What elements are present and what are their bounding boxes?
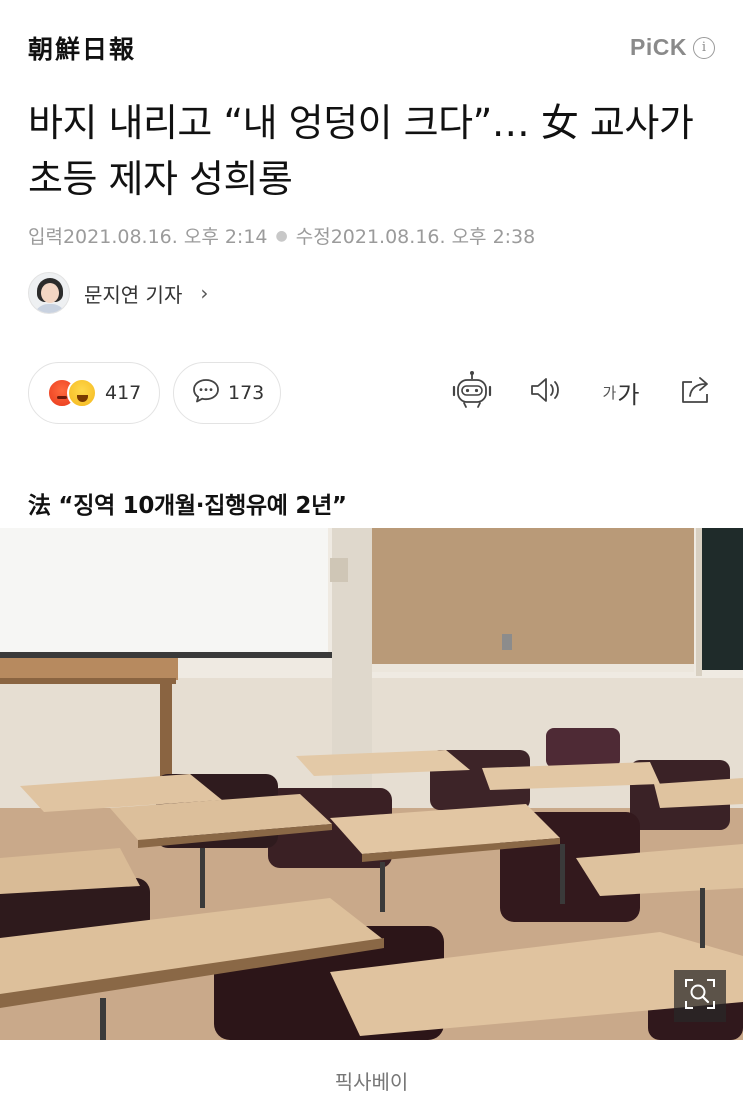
audio-speaker-icon bbox=[528, 375, 564, 409]
share-button[interactable] bbox=[676, 372, 716, 412]
info-icon[interactable]: i bbox=[693, 36, 715, 59]
pick-badge[interactable]: PiCK i bbox=[630, 34, 715, 61]
action-bar: 417 173 가 가 bbox=[28, 362, 718, 424]
top-header: 朝鮮日報 PiCK i bbox=[0, 0, 743, 90]
reaction-emojis bbox=[47, 378, 97, 408]
published-time: 2021.08.16. 오후 2:14 bbox=[62, 226, 268, 248]
press-logo[interactable]: 朝鮮日報 bbox=[28, 30, 136, 66]
modified-label: 수정 bbox=[295, 226, 331, 248]
article-subheadline: 法 “징역 10개월·집행유예 2년” bbox=[28, 493, 347, 519]
author-avatar bbox=[28, 272, 70, 314]
separator-dot: ● bbox=[275, 227, 288, 244]
article-photo[interactable] bbox=[0, 528, 743, 1040]
photo-caption: 픽사베이 bbox=[334, 1070, 409, 1094]
chevron-right-icon: › bbox=[200, 281, 209, 305]
share-icon bbox=[678, 374, 714, 410]
reaction-count: 417 bbox=[105, 382, 142, 404]
robot-summary-button[interactable] bbox=[448, 370, 496, 414]
published-label: 입력 bbox=[28, 226, 63, 248]
zoom-icon bbox=[683, 977, 717, 1015]
laugh-emoji-icon bbox=[67, 378, 97, 408]
author-name: 문지연 기자 bbox=[84, 282, 183, 307]
pick-label: PiCK bbox=[630, 34, 687, 60]
author-link[interactable]: 문지연 기자 › bbox=[28, 272, 208, 314]
font-size-small: 가 bbox=[602, 383, 617, 402]
comment-button[interactable]: 173 bbox=[173, 362, 281, 424]
photo-zoom-button[interactable] bbox=[674, 970, 726, 1022]
font-size-large: 가 bbox=[617, 380, 640, 409]
comment-count: 173 bbox=[228, 382, 265, 404]
article-timestamps: 입력 2021.08.16. 오후 2:14 ● 수정 2021.08.16. … bbox=[28, 222, 535, 249]
font-size-button[interactable]: 가 가 bbox=[598, 372, 644, 412]
reaction-button[interactable]: 417 bbox=[28, 362, 160, 424]
classroom-photo bbox=[0, 528, 743, 1040]
robot-summary-icon bbox=[450, 370, 494, 414]
article-headline: 바지 내리고 “내 엉덩이 크다”… 女 교사가 초등 제자 성희롱 bbox=[28, 101, 694, 201]
modified-time: 2021.08.16. 오후 2:38 bbox=[330, 226, 536, 248]
comment-bubble-icon bbox=[192, 378, 220, 408]
audio-button[interactable] bbox=[526, 372, 566, 412]
